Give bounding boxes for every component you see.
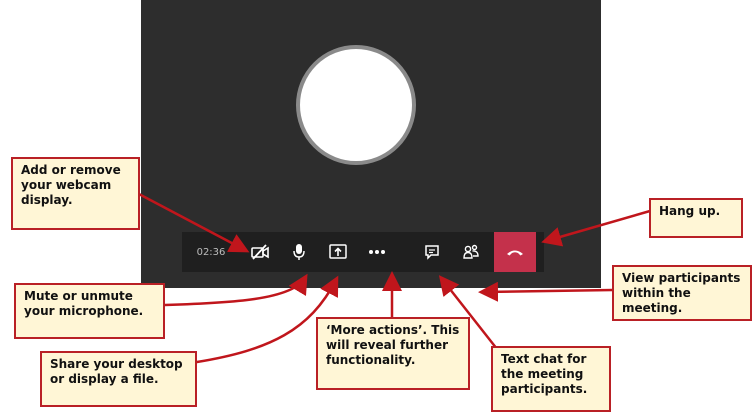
arrow-participants — [478, 281, 615, 302]
callout-chat: Text chat for the meeting participants. — [491, 346, 611, 412]
callout-share: Share your desktop or display a file. — [40, 351, 197, 407]
callout-webcam: Add or remove your webcam display. — [11, 157, 140, 230]
callout-more: ‘More actions’. This will reveal further… — [316, 317, 470, 390]
callout-hangup: Hang up. — [649, 198, 743, 238]
arrow-webcam — [135, 191, 250, 253]
callout-participants: View participants within the meeting. — [612, 265, 752, 321]
callout-mute: Mute or unmute your microphone. — [14, 283, 165, 339]
arrow-hangup — [541, 209, 652, 247]
arrow-mute — [163, 273, 308, 307]
